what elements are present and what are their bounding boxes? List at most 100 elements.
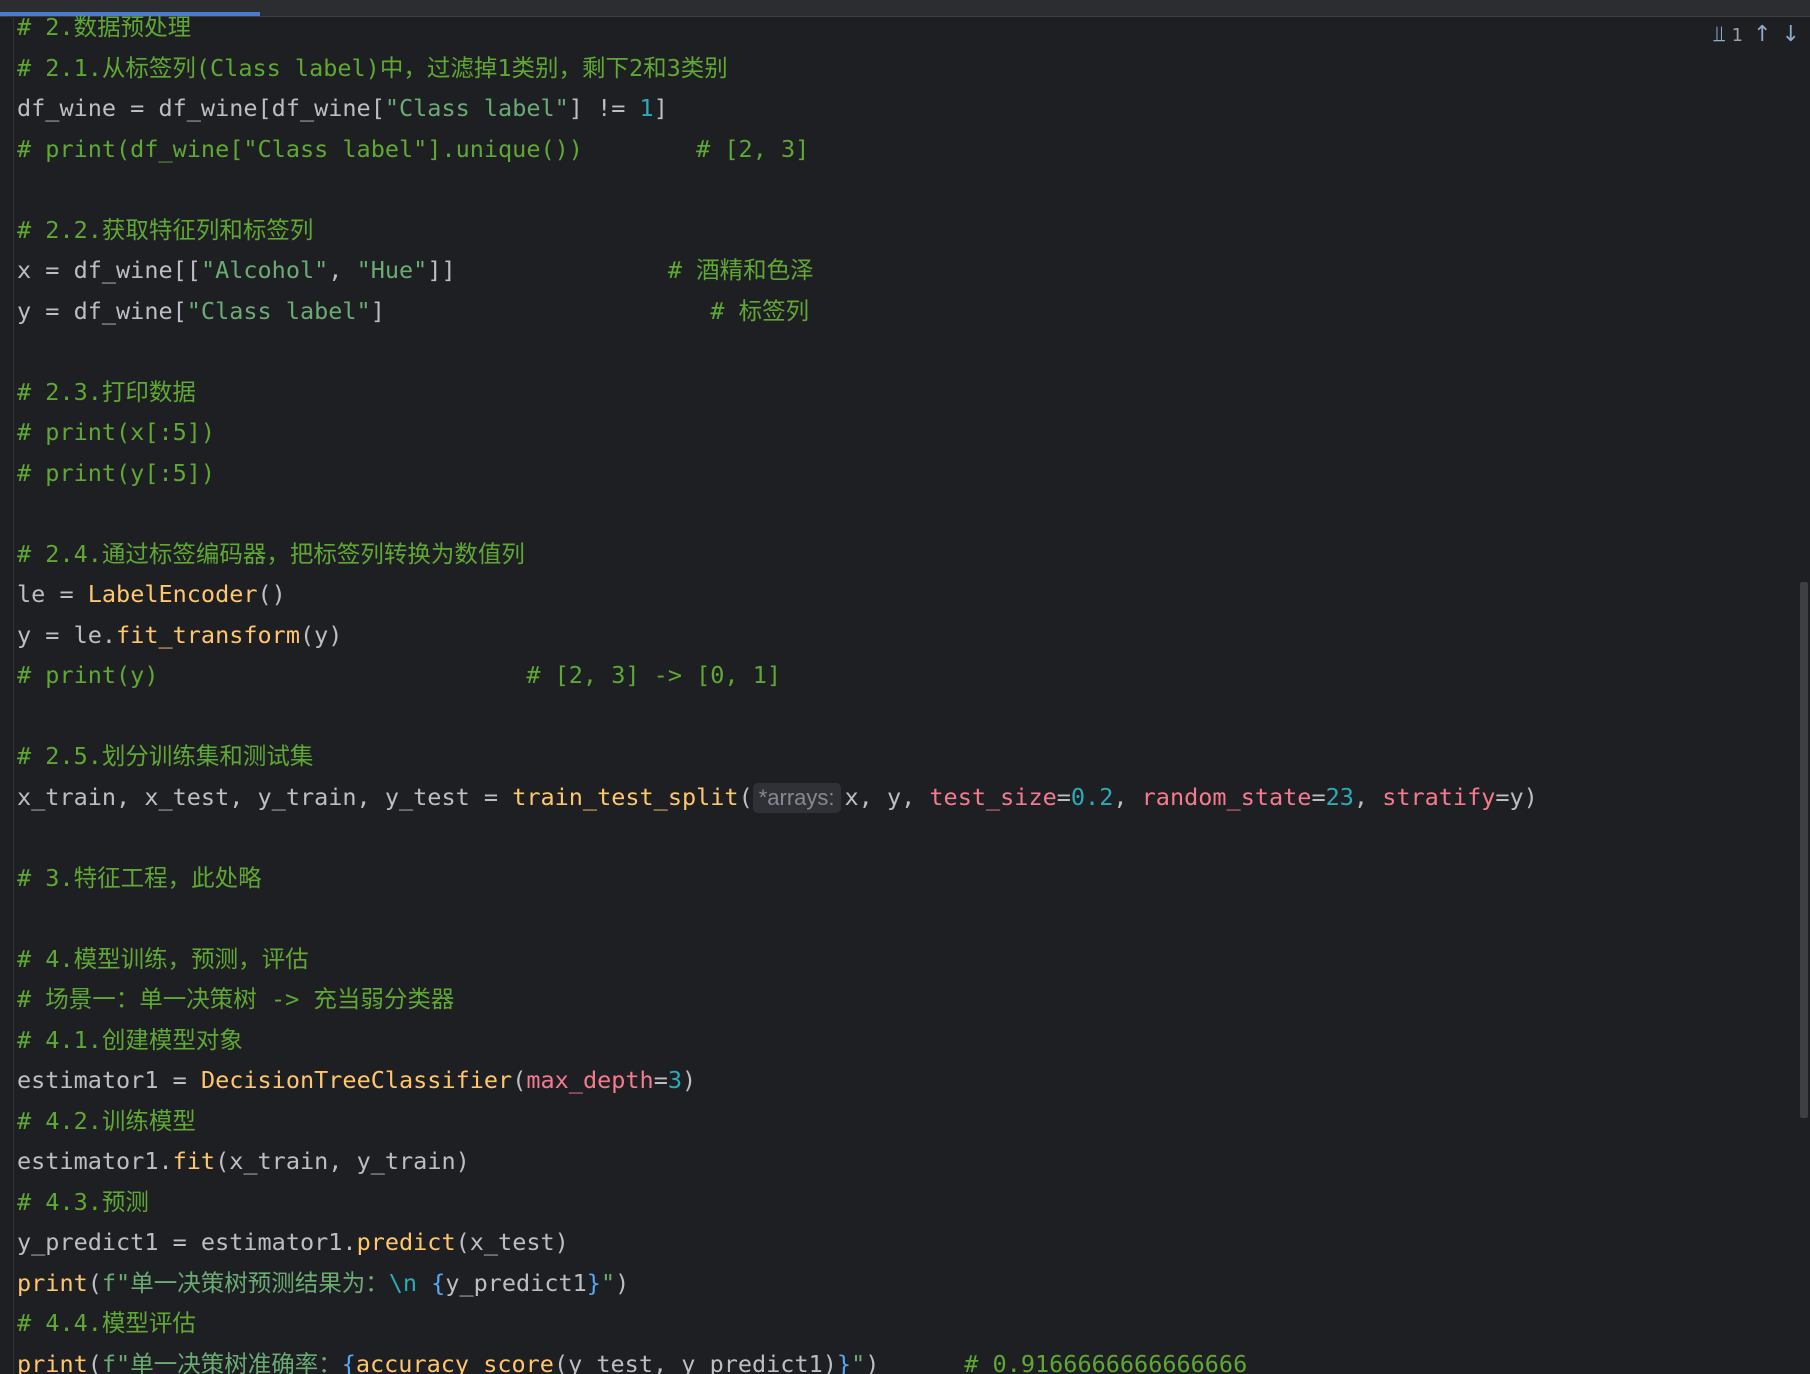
code-line[interactable]: y = le.fit_transform(y)	[0, 615, 1790, 656]
code-line[interactable]	[0, 696, 1790, 737]
code-token: DecisionTreeClassifier	[200, 1066, 513, 1094]
code-token: print	[17, 1268, 88, 1297]
code-line[interactable]: estimator1.fit(x_train, y_train)	[0, 1141, 1790, 1182]
code-token: \n	[388, 1268, 417, 1297]
code-token: # 标签列	[710, 296, 810, 325]
code-line[interactable]: # print(df_wine["Class label"].unique())…	[0, 129, 1790, 170]
code-token: LabelEncoder	[87, 580, 258, 608]
code-token: (	[87, 1268, 102, 1297]
match-count: 1	[1731, 24, 1744, 46]
code-token: estimator1.	[17, 1147, 173, 1175]
code-token: 23	[1325, 782, 1354, 811]
code-line[interactable]: # 2.数据预处理	[0, 7, 1790, 48]
code-token: accuracy_score	[355, 1349, 554, 1374]
code-line[interactable]: # 2.2.获取特征列和标签列	[0, 210, 1790, 251]
code-token: ]	[370, 296, 711, 325]
code-line[interactable]: # 2.3.打印数据	[0, 372, 1790, 413]
code-line[interactable]: # 4.模型训练，预测，评估	[0, 939, 1790, 980]
code-token: estimator1 =	[17, 1066, 201, 1094]
code-line[interactable]: # 2.5.划分训练集和测试集	[0, 736, 1790, 777]
code-line[interactable]	[0, 331, 1790, 372]
code-token: ,	[1113, 782, 1142, 811]
code-token: (	[87, 1349, 102, 1374]
code-token: (y_test, y_predict1)	[553, 1349, 837, 1374]
code-token: y_predict1 = estimator1.	[17, 1228, 357, 1256]
code-token: # print(y) # [2, 3] -> [0, 1]	[17, 661, 782, 689]
code-token: "Class label"	[384, 94, 569, 122]
code-token: "Alcohol"	[200, 256, 329, 284]
code-token: y = df_wine[	[17, 296, 187, 325]
code-token: "Hue"	[356, 256, 428, 284]
code-token: =	[1311, 782, 1326, 811]
code-line[interactable]: x = df_wine[["Alcohol", "Hue"]] # 酒精和色泽	[0, 250, 1790, 291]
code-line[interactable]: # print(x[:5])	[0, 412, 1790, 453]
code-token: ,	[328, 256, 357, 284]
code-line[interactable]: # print(y) # [2, 3] -> [0, 1]	[0, 655, 1790, 696]
code-line[interactable]	[0, 817, 1790, 858]
code-line[interactable]	[0, 169, 1790, 210]
code-token: # 4.4.模型评估	[17, 1309, 196, 1337]
code-token: ]]	[427, 256, 668, 284]
code-token: =	[653, 1066, 668, 1094]
code-line[interactable]: # 4.1.创建模型对象	[0, 1020, 1790, 1061]
code-token: =y)	[1495, 782, 1538, 811]
code-area[interactable]: # 2.数据预处理 # 2.1.从标签列(Class label)中，过滤掉1类别…	[0, 7, 1790, 1374]
code-token: x = df_wine[[	[17, 256, 201, 284]
code-token: # 0.9166666666666666	[964, 1349, 1248, 1374]
code-line[interactable]: x_train, x_test, y_train, y_test = train…	[0, 777, 1790, 818]
code-token: }	[836, 1349, 852, 1374]
code-token: # 2.3.打印数据	[17, 377, 196, 406]
code-token: train_test_split	[512, 782, 739, 811]
code-line[interactable]: # 4.2.训练模型	[0, 1101, 1790, 1142]
code-token: (x_train, y_train)	[215, 1147, 470, 1175]
code-line[interactable]	[0, 493, 1790, 534]
code-line[interactable]: # 4.3.预测	[0, 1182, 1790, 1223]
code-line[interactable]: # 2.1.从标签列(Class label)中，过滤掉1类别，剩下2和3类别	[0, 48, 1790, 89]
code-token: le =	[17, 580, 88, 608]
code-token: df_wine = df_wine[df_wine[	[17, 94, 385, 122]
code-line[interactable]: estimator1 = DecisionTreeClassifier(max_…	[0, 1060, 1790, 1101]
code-token: 0.2	[1070, 782, 1114, 811]
scrollbar-thumb[interactable]	[1800, 582, 1808, 1118]
code-token: stratify	[1382, 782, 1496, 811]
code-token: # print(x[:5])	[17, 418, 216, 446]
code-token: print	[17, 1349, 88, 1374]
code-token: )	[615, 1268, 630, 1297]
parameter-hint: *arrays:	[752, 782, 841, 813]
code-line[interactable]: df_wine = df_wine[df_wine["Class label"]…	[0, 88, 1790, 129]
code-token: f"单一决策树准确率：	[101, 1349, 342, 1374]
code-line[interactable]: # 4.4.模型评估	[0, 1303, 1790, 1344]
code-line[interactable]: # 2.4.通过标签编码器，把标签列转换为数值列	[0, 534, 1790, 575]
code-line[interactable]: y = df_wine["Class label"] # 标签列	[0, 291, 1790, 332]
vertical-scrollbar[interactable]	[1798, 16, 1810, 1374]
code-line[interactable]: le = LabelEncoder()	[0, 574, 1790, 615]
code-line[interactable]: # print(y[:5])	[0, 453, 1790, 494]
code-token: # 4.1.创建模型对象	[17, 1025, 243, 1054]
code-token: fit_transform	[116, 620, 300, 649]
code-token: "	[600, 1268, 616, 1297]
replace-icon[interactable]: ⫫	[1713, 24, 1725, 46]
code-line[interactable]: print(f"单一决策树预测结果为：\n {y_predict1}")	[0, 1263, 1790, 1304]
code-token: # 酒精和色泽	[667, 256, 814, 284]
code-token: y = le.	[17, 620, 117, 649]
code-token: )	[865, 1349, 965, 1374]
code-token: =	[1056, 782, 1071, 811]
code-token: # 2.4.通过标签编码器，把标签列转换为数值列	[17, 539, 525, 568]
arrow-up-icon[interactable]: ↑	[1753, 24, 1771, 46]
code-line[interactable]: # 3.特征工程，此处略	[0, 858, 1790, 899]
code-token: fit	[172, 1147, 216, 1175]
code-token: ]	[653, 94, 668, 122]
code-token: random_state	[1141, 782, 1312, 811]
code-token: 3	[667, 1066, 683, 1094]
code-line[interactable]	[0, 898, 1790, 939]
code-token: # 2.1.从标签列(Class label)中，过滤掉1类别，剩下2和3类别	[17, 53, 728, 82]
code-editor[interactable]: # 2.数据预处理 # 2.1.从标签列(Class label)中，过滤掉1类别…	[0, 0, 1810, 1374]
code-token: (	[738, 782, 753, 811]
code-line[interactable]: y_predict1 = estimator1.predict(x_test)	[0, 1222, 1790, 1263]
code-line[interactable]: print(f"单一决策树准确率：{accuracy_score(y_test,…	[0, 1344, 1790, 1374]
code-token: # 3.特征工程，此处略	[17, 863, 262, 892]
code-line[interactable]: # 场景一：单一决策树 -> 充当弱分类器	[0, 979, 1790, 1020]
code-token: # 4.模型训练，预测，评估	[17, 944, 309, 973]
code-token: y_predict1	[445, 1268, 587, 1297]
